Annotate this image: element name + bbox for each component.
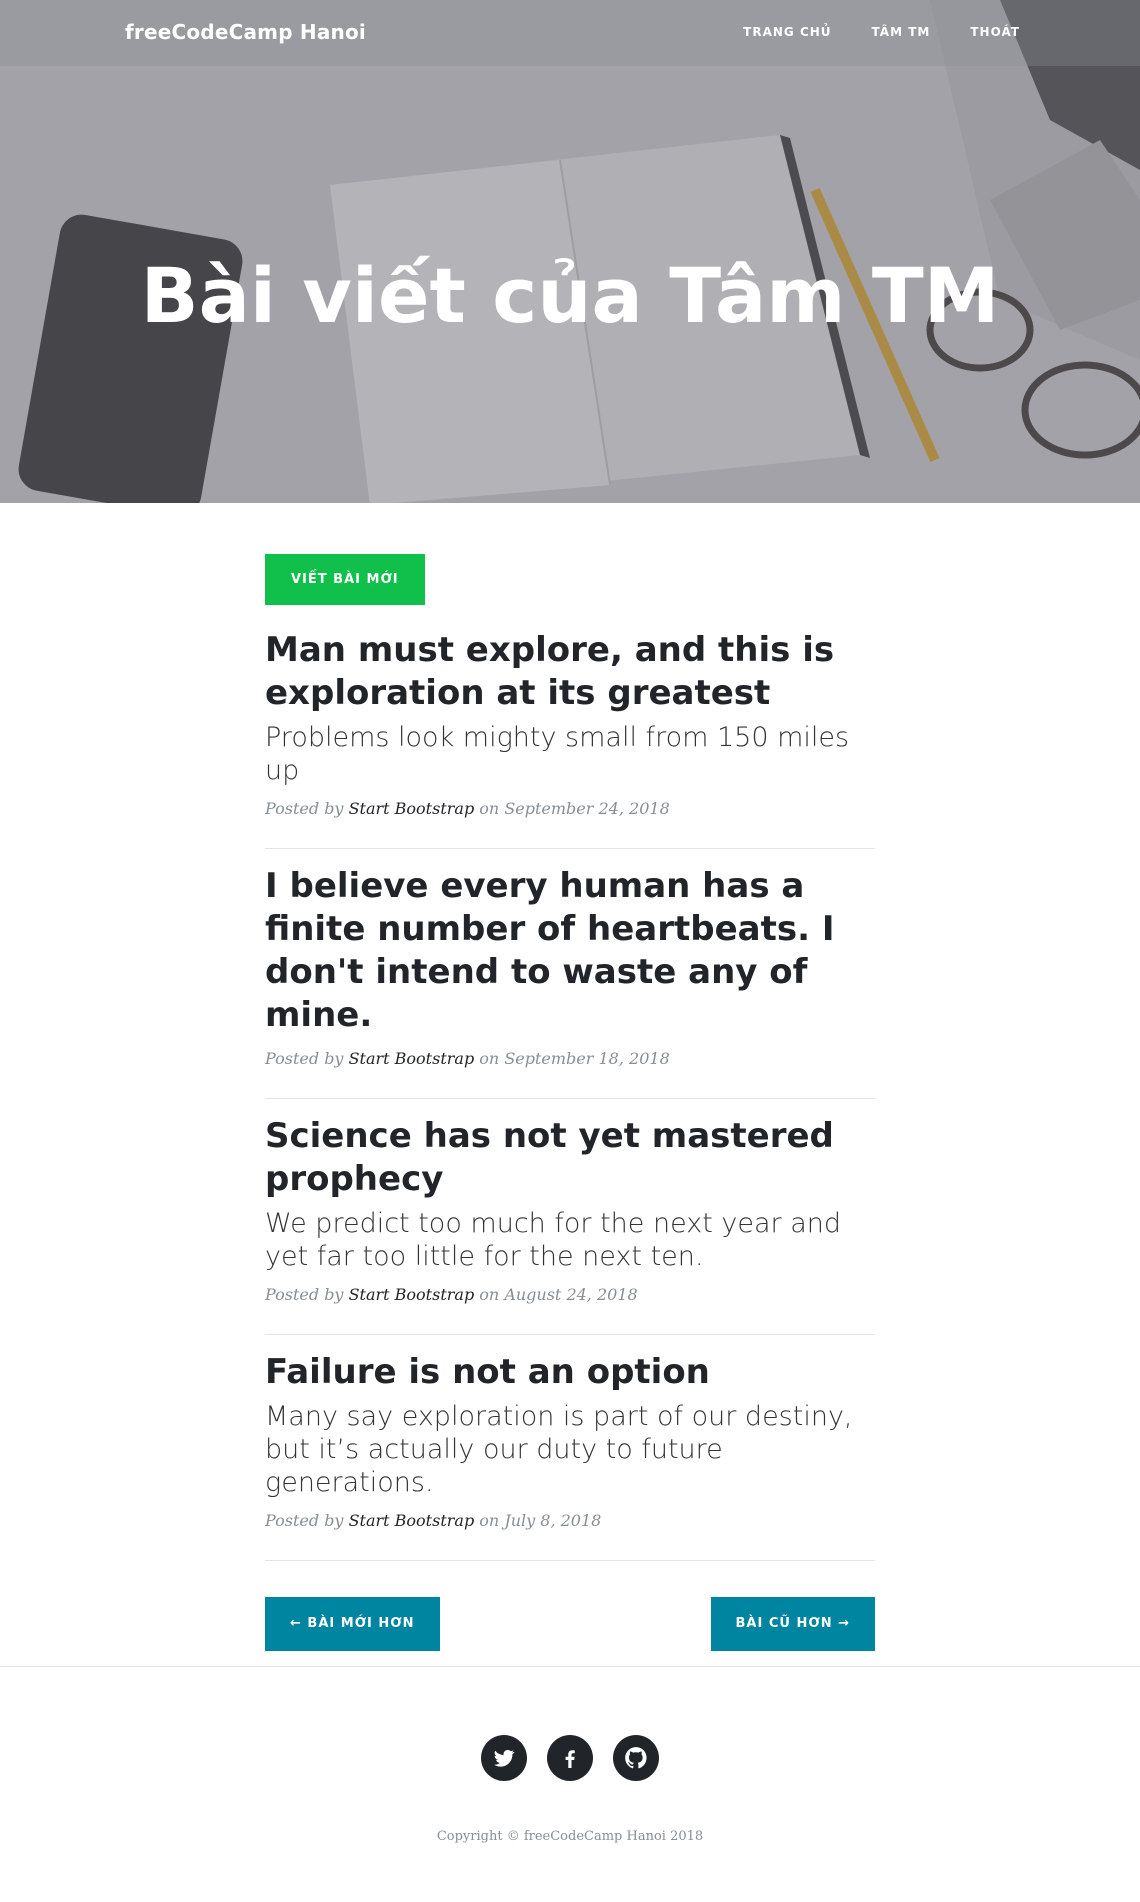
github-icon xyxy=(625,1747,647,1769)
post-link[interactable]: Man must explore, and this is exploratio… xyxy=(265,629,875,787)
top-navbar: freeCodeCamp Hanoi TRANG CHỦ TÂM TM THOÁ… xyxy=(0,0,1140,66)
footer-divider xyxy=(0,1666,1140,1667)
nav-link-home[interactable]: TRANG CHỦ xyxy=(743,25,831,39)
post-preview: I believe every human has a finite numbe… xyxy=(265,849,875,1099)
posted-by-label: Posted by xyxy=(265,799,344,818)
copyright-text: Copyright © freeCodeCamp Hanoi 2018 xyxy=(436,1829,704,1844)
pager: ← BÀI MỚI HƠN BÀI CŨ HƠN → xyxy=(265,1597,875,1651)
on-label: on xyxy=(479,799,500,818)
post-meta: Posted by Start Bootstrap on July 8, 201… xyxy=(265,1511,875,1530)
on-label: on xyxy=(479,1049,500,1068)
older-posts-button[interactable]: BÀI CŨ HƠN → xyxy=(710,1597,875,1651)
post-date: September 24, 2018 xyxy=(504,799,670,818)
post-preview: Man must explore, and this is exploratio… xyxy=(265,605,875,849)
post-link[interactable]: I believe every human has a finite numbe… xyxy=(265,865,875,1037)
post-subtitle: Problems look mighty small from 150 mile… xyxy=(265,722,850,786)
post-date: August 24, 2018 xyxy=(504,1285,638,1304)
post-title: I believe every human has a finite numbe… xyxy=(265,866,835,1035)
post-meta: Posted by Start Bootstrap on September 1… xyxy=(265,1049,875,1068)
nav-link-profile[interactable]: TÂM TM xyxy=(872,25,931,39)
github-link[interactable] xyxy=(613,1735,659,1781)
nav-link-logout[interactable]: THOÁT xyxy=(970,25,1020,39)
post-date: September 18, 2018 xyxy=(504,1049,670,1068)
on-label: on xyxy=(479,1285,500,1304)
posted-by-label: Posted by xyxy=(265,1511,344,1530)
author-link[interactable]: Start Bootstrap xyxy=(349,1049,475,1068)
post-subtitle: Many say exploration is part of our dest… xyxy=(265,1401,853,1498)
posted-by-label: Posted by xyxy=(265,1049,344,1068)
post-title: Failure is not an option xyxy=(265,1352,710,1392)
new-post-button[interactable]: VIẾT BÀI MỚI xyxy=(265,554,425,605)
post-preview: Failure is not an option Many say explor… xyxy=(265,1335,875,1561)
post-link[interactable]: Science has not yet mastered prophecy We… xyxy=(265,1115,875,1273)
post-subtitle: We predict too much for the next year an… xyxy=(265,1208,841,1272)
post-title: Man must explore, and this is exploratio… xyxy=(265,630,835,713)
page-title: Bài viết của Tâm TM xyxy=(140,250,1000,340)
author-link[interactable]: Start Bootstrap xyxy=(349,1285,475,1304)
page-header: freeCodeCamp Hanoi TRANG CHỦ TÂM TM THOÁ… xyxy=(0,0,1140,503)
facebook-link[interactable] xyxy=(547,1735,593,1781)
posted-by-label: Posted by xyxy=(265,1285,344,1304)
post-meta: Posted by Start Bootstrap on September 2… xyxy=(265,799,875,818)
author-link[interactable]: Start Bootstrap xyxy=(349,799,475,818)
facebook-icon xyxy=(565,1750,575,1768)
twitter-icon xyxy=(494,1749,515,1767)
post-link[interactable]: Failure is not an option Many say explor… xyxy=(265,1351,875,1499)
on-label: on xyxy=(479,1511,500,1530)
post-preview: Science has not yet mastered prophecy We… xyxy=(265,1099,875,1335)
post-title: Science has not yet mastered prophecy xyxy=(265,1116,834,1199)
post-list: VIẾT BÀI MỚI Man must explore, and this … xyxy=(265,554,875,1561)
post-meta: Posted by Start Bootstrap on August 24, … xyxy=(265,1285,875,1304)
author-link[interactable]: Start Bootstrap xyxy=(349,1511,475,1530)
post-date: July 8, 2018 xyxy=(504,1511,602,1530)
nav-links: TRANG CHỦ TÂM TM THOÁT xyxy=(743,25,1020,39)
social-links xyxy=(0,1735,1140,1781)
newer-posts-button[interactable]: ← BÀI MỚI HƠN xyxy=(265,1597,440,1651)
twitter-link[interactable] xyxy=(481,1735,527,1781)
brand-link[interactable]: freeCodeCamp Hanoi xyxy=(125,20,366,44)
